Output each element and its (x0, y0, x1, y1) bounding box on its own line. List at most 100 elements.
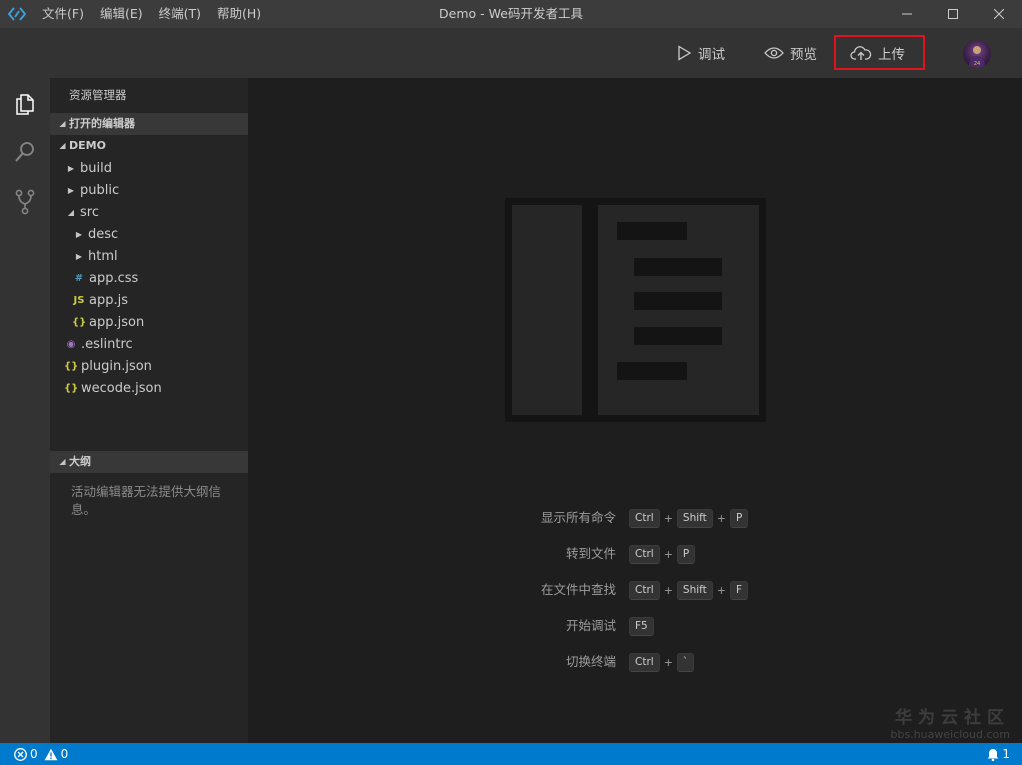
explorer-sidebar: 资源管理器 ◢ 打开的编辑器 ◢ DEMO ▶ build ▶ public ◢ src ▶… (50, 78, 248, 743)
eslint-file-icon: ◉ (66, 338, 76, 350)
menu-bar: 文件(F) 编辑(E) 终端(T) 帮助(H) (34, 0, 269, 28)
tree-item-label: app.css (89, 270, 139, 286)
key-cap: P (676, 545, 696, 564)
eye-icon (764, 47, 784, 59)
status-bar: 0 0 1 (0, 743, 1022, 765)
json-file-icon: {} (64, 382, 79, 394)
tree-item-label: src (80, 204, 99, 220)
brand-url: bbs.huaweicloud.com (890, 728, 1010, 741)
shortcut-keys: Ctrl + Shift + F (629, 581, 749, 600)
shortcut-label: 切换终端 (565, 654, 616, 669)
bell-icon (987, 748, 999, 761)
shortcut-row: 开始调试 F5 (248, 616, 1022, 636)
error-icon (14, 747, 27, 761)
maximize-button[interactable] (930, 0, 976, 28)
key-cap: F5 (629, 617, 654, 636)
project-label: DEMO (69, 139, 106, 152)
outline-label: 大纲 (69, 455, 91, 468)
brand-name: 华为云社区 (895, 708, 1010, 728)
chevron-right-icon: ▶ (67, 185, 75, 195)
shortcut-keys: Ctrl + P (629, 545, 696, 564)
problems-indicator[interactable]: 0 0 (14, 743, 68, 765)
tree-folder[interactable]: ▶ public (50, 179, 248, 201)
key-cap: ` (676, 653, 695, 672)
explorer-icon[interactable] (0, 84, 50, 124)
tree-folder[interactable]: ▶ build (50, 157, 248, 179)
tree-file[interactable]: ◉ .eslintrc (50, 333, 248, 355)
debug-button[interactable]: 调试 (668, 37, 733, 69)
shortcut-row: 切换终端 Ctrl + ` (248, 652, 1022, 672)
activity-bar (0, 78, 50, 743)
tree-item-label: plugin.json (81, 358, 152, 374)
tree-folder[interactable]: ◢ src (50, 201, 248, 223)
source-control-icon[interactable] (0, 182, 50, 222)
brand-watermark: 华为云社区 bbs.huaweicloud.com (891, 703, 1010, 741)
upload-button[interactable]: 上传 (834, 35, 925, 70)
chevron-down-icon: ◢ (59, 119, 66, 128)
warning-count: 0 (60, 747, 69, 761)
outline-panel: ◢ 大纲 活动编辑器无法提供大纲信息。 (50, 451, 248, 519)
chevron-right-icon: ▶ (75, 229, 83, 239)
tree-item-label: html (88, 248, 118, 264)
chevron-down-icon: ◢ (67, 207, 75, 217)
outline-empty-message: 活动编辑器无法提供大纲信息。 (71, 484, 222, 517)
shortcut-label: 显示所有命令 (540, 510, 616, 525)
tree-item-label: wecode.json (81, 380, 162, 396)
warning-icon (44, 748, 58, 760)
menu-file[interactable]: 文件(F) (34, 0, 92, 28)
tree-folder[interactable]: ▶ html (50, 245, 248, 267)
chevron-down-icon: ◢ (59, 457, 66, 466)
tree-file[interactable]: {} plugin.json (50, 355, 248, 377)
tree-item-label: app.json (89, 314, 145, 330)
minimize-button[interactable] (884, 0, 930, 28)
shortcut-row: 显示所有命令 Ctrl + Shift + P (248, 508, 1022, 528)
json-file-icon: {} (72, 316, 87, 328)
search-icon[interactable] (0, 132, 50, 172)
notifications-indicator[interactable]: 1 (987, 743, 1010, 765)
avatar[interactable]: 24 (963, 40, 991, 68)
outline-header[interactable]: ◢ 大纲 (50, 451, 248, 473)
project-header[interactable]: ◢ DEMO (50, 135, 248, 157)
chevron-right-icon: ▶ (75, 251, 83, 261)
key-cap: Shift (676, 581, 713, 600)
notification-count: 1 (1002, 747, 1010, 761)
shortcut-row: 转到文件 Ctrl + P (248, 544, 1022, 564)
tree-file[interactable]: {} wecode.json (50, 377, 248, 399)
key-cap: Ctrl (629, 653, 660, 672)
key-cap: Ctrl (629, 545, 660, 564)
upload-label: 上传 (878, 46, 905, 63)
close-button[interactable] (976, 0, 1022, 28)
shortcut-keys: Ctrl + Shift + P (629, 509, 749, 528)
shortcut-keys: F5 (629, 617, 654, 636)
cloud-upload-icon (850, 45, 872, 60)
tree-file[interactable]: # app.css (50, 267, 248, 289)
file-tree: ▶ build ▶ public ◢ src ▶ desc ▶ html # app.css JS app… (50, 157, 248, 399)
play-icon (678, 45, 692, 61)
shortcut-label: 开始调试 (565, 618, 616, 633)
tree-file[interactable]: {} app.json (50, 311, 248, 333)
preview-label: 预览 (790, 47, 817, 63)
tree-folder[interactable]: ▶ desc (50, 223, 248, 245)
chevron-right-icon: ▶ (67, 163, 75, 173)
json-file-icon: {} (64, 360, 79, 372)
preview-button[interactable]: 预览 (756, 37, 825, 69)
sidebar-title: 资源管理器 (69, 88, 127, 102)
tree-item-label: .eslintrc (81, 336, 133, 352)
svg-text:24: 24 (974, 61, 980, 67)
tree-item-label: app.js (89, 292, 128, 308)
error-count: 0 (30, 747, 38, 761)
tree-item-label: build (80, 160, 112, 176)
menu-help[interactable]: 帮助(H) (209, 0, 269, 28)
shortcut-label: 转到文件 (565, 546, 616, 561)
key-cap: Ctrl (629, 581, 660, 600)
menu-edit[interactable]: 编辑(E) (92, 0, 151, 28)
window-controls (884, 0, 1022, 28)
css-file-icon: # (74, 272, 84, 284)
tree-file[interactable]: JS app.js (50, 289, 248, 311)
title-bar: 文件(F) 编辑(E) 终端(T) 帮助(H) Demo - We码开发者工具 (0, 0, 1022, 28)
key-cap: Ctrl (629, 509, 660, 528)
open-editors-label: 打开的编辑器 (69, 117, 135, 130)
open-editors-header[interactable]: ◢ 打开的编辑器 (50, 113, 248, 135)
menu-terminal[interactable]: 终端(T) (151, 0, 209, 28)
key-cap: P (730, 509, 749, 528)
